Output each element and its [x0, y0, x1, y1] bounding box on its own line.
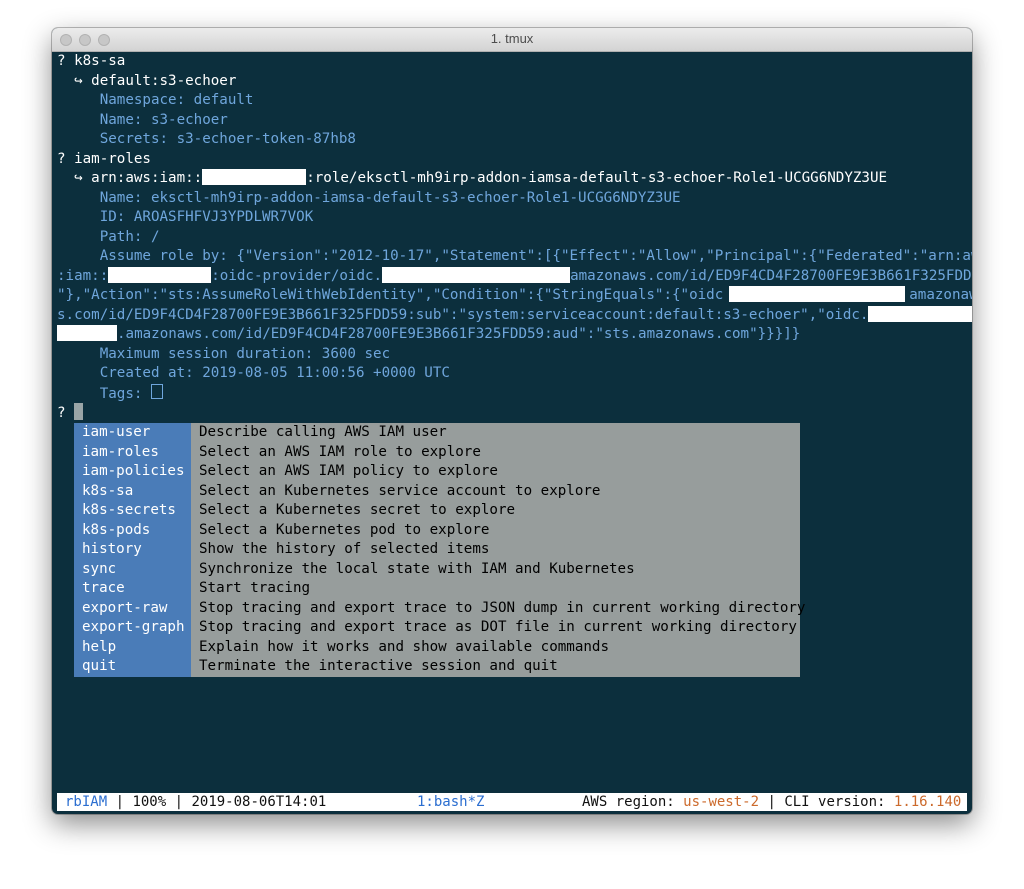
status-cli-version: 1.16.140 [893, 794, 962, 810]
menu-item-sync[interactable]: sync Synchronize the local state with IAM… [74, 560, 800, 580]
terminal-line: Assume role by: {"Version":"2012-10-17",… [57, 248, 972, 264]
terminal-window: 1. tmux ? k8s-sa ↪ default:s3-echoer Nam… [52, 28, 972, 814]
terminal-line: Created at: 2019-08-05 11:00:56 +0000 UT… [57, 365, 450, 381]
prompt-symbol: ? [57, 405, 66, 421]
redacted-block [202, 169, 307, 185]
menu-item-k8s-sa[interactable]: k8s-sa Select an Kubernetes service accou… [74, 482, 800, 502]
status-left: rbIAM | 100% | 2019-08-06T14:01 [65, 794, 327, 810]
status-app-name: rbIAM [65, 794, 108, 810]
title-bar: 1. tmux [52, 28, 972, 52]
menu-item-iam-user[interactable]: iam-user Describe calling AWS IAM user [74, 423, 800, 443]
redacted-block [108, 266, 212, 283]
menu-item-iam-policies[interactable]: iam-policies Select an AWS IAM policy to … [74, 462, 800, 482]
menu-item-iam-roles[interactable]: iam-roles Select an AWS IAM role to explo… [74, 443, 800, 463]
terminal-line: ID: AROASFHFVJ3YPDLWR7VOK [57, 209, 314, 225]
terminal-line: ? iam-roles [57, 150, 151, 167]
redacted-block [382, 266, 571, 283]
redacted-block [868, 305, 972, 322]
status-region: us-west-2 [683, 794, 760, 810]
terminal-line: Maximum session duration: 3600 sec [57, 345, 391, 362]
menu-item-export-raw[interactable]: export-raw Stop tracing and export trace … [74, 599, 805, 619]
terminal-line: ↪ default:s3-echoer [57, 72, 237, 89]
terminal-line: :iam:::oidc-provider/oidc. amazonaws.com/… [57, 266, 972, 284]
menu-item-k8s-secrets[interactable]: k8s-secrets Select a Kubernetes secret to… [74, 501, 800, 521]
redacted-block [729, 286, 906, 302]
terminal-line: "},"Action":"sts:AssumeRoleWithWebIdenti… [57, 286, 972, 303]
window-title: 1. tmux [490, 31, 534, 46]
terminal-line: s.com/id/ED9F4CD4F28700FE9E3B661F325FDD5… [57, 305, 972, 325]
menu-item-quit[interactable]: quit Terminate the interactive session an… [74, 657, 800, 677]
terminal-line: .amazonaws.com/id/ED9F4CD4F28700FE9E3B66… [57, 325, 800, 344]
menu-item-help[interactable]: help Explain how it works and show availa… [74, 638, 800, 658]
menu-item-export-graph[interactable]: export-graph Stop tracing and export trac… [74, 618, 800, 638]
terminal-line: Path: / [57, 228, 160, 245]
terminal-line: Name: eksctl-mh9irp-addon-iamsa-default-… [57, 189, 681, 206]
status-datetime: 2019-08-06T14:01 [191, 794, 327, 810]
autocomplete-menu: iam-user Describe calling AWS IAM user ia… [74, 423, 805, 677]
menu-item-history[interactable]: history Show the history of selected item… [74, 540, 800, 560]
redacted-block [57, 325, 117, 341]
tmux-status-bar: rbIAM | 100% | 2019-08-06T14:01 1:bash*Z… [57, 793, 967, 811]
prompt-line[interactable]: ? [57, 403, 84, 422]
terminal-line: Tags: [57, 383, 163, 403]
terminal-line: Name: s3-echoer [57, 111, 228, 128]
menu-item-trace[interactable]: trace Start tracing [74, 579, 800, 599]
status-right: AWS region: us-west-2 | CLI version: 1.1… [582, 794, 962, 810]
menu-item-k8s-pods[interactable]: k8s-pods Select a Kubernetes pod to explo… [74, 521, 800, 541]
terminal-line: ? k8s-sa [57, 53, 126, 69]
terminal-pane[interactable]: ? k8s-sa ↪ default:s3-echoer Namespace: … [52, 52, 972, 814]
terminal-line: Secrets: s3-echoer-token-87hb8 [57, 131, 356, 147]
status-window-tab[interactable]: 1:bash*Z [417, 793, 484, 811]
terminal-line: ↪ arn:aws:iam:::role/eksctl-mh9irp-addon… [57, 169, 888, 186]
status-zoom: 100% [132, 794, 167, 810]
terminal-line: Namespace: default [57, 92, 254, 108]
tags-empty-box [150, 383, 163, 399]
text-cursor [74, 403, 84, 420]
